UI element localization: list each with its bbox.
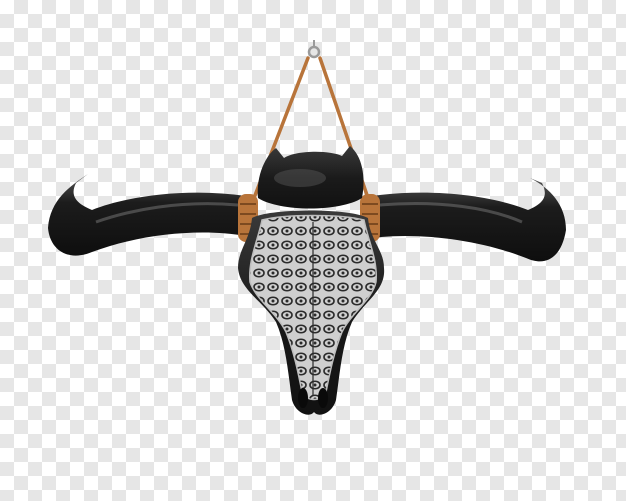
wall-hook [307, 40, 321, 59]
transparent-canvas [0, 0, 626, 501]
bull-skull-illustration [48, 40, 566, 415]
left-horn [48, 174, 246, 256]
right-horn [372, 178, 566, 262]
